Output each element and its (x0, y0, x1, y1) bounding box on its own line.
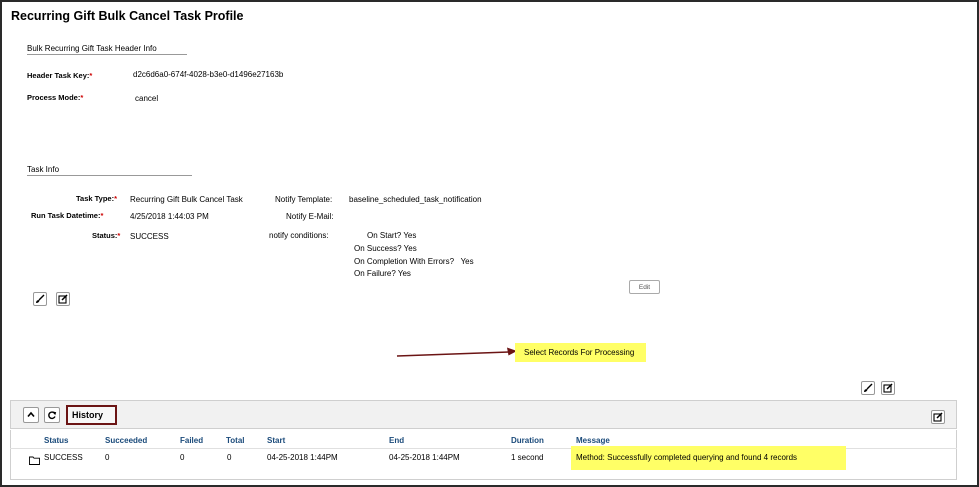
column-header-status[interactable]: Status (44, 436, 68, 445)
edit-icon[interactable] (881, 381, 895, 395)
condition-on-completion-with-errors: On Completion With Errors? Yes (354, 257, 474, 266)
row-message: Method: Successfully completed querying … (576, 453, 798, 462)
column-header-succeeded[interactable]: Succeeded (105, 436, 147, 445)
refresh-icon[interactable] (44, 407, 60, 423)
task-type-label: Task Type:* (76, 194, 117, 203)
row-end: 04-25-2018 1:44PM (389, 453, 460, 462)
column-header-message[interactable]: Message (576, 436, 610, 445)
notify-email-label: Notify E-Mail: (286, 212, 334, 221)
edit-icon[interactable] (931, 410, 945, 424)
process-mode-label: Process Mode:* (27, 93, 84, 102)
brush-icon[interactable] (33, 292, 47, 306)
row-failed: 0 (180, 453, 185, 462)
history-tab[interactable]: History (66, 405, 117, 425)
history-toolbar (10, 400, 957, 429)
page-title: Recurring Gift Bulk Cancel Task Profile (11, 9, 244, 23)
run-task-datetime-value: 4/25/2018 1:44:03 PM (130, 212, 209, 221)
status-label: Status:* (92, 231, 121, 240)
edit-button[interactable]: Edit (629, 280, 660, 294)
header-task-key-value: d2c6d6a0-674f-4028-b3e0-d1496e27163b (133, 70, 284, 79)
task-info-section-title: Task Info (27, 165, 192, 176)
select-records-annotation: Select Records For Processing (515, 343, 647, 362)
notify-template-value: baseline_scheduled_task_notification (349, 195, 482, 204)
annotation-arrow (396, 347, 517, 357)
chevron-up-icon[interactable] (23, 407, 39, 423)
column-header-failed[interactable]: Failed (180, 436, 203, 445)
row-start: 04-25-2018 1:44PM (267, 453, 338, 462)
row-duration: 1 second (511, 453, 544, 462)
folder-icon (29, 452, 40, 470)
condition-on-start: On Start? Yes (367, 231, 417, 240)
condition-on-success: On Success? Yes (354, 244, 417, 253)
header-task-key-label: Header Task Key:* (27, 71, 93, 80)
column-header-end[interactable]: End (389, 436, 404, 445)
brush-icon[interactable] (861, 381, 875, 395)
row-succeeded: 0 (105, 453, 110, 462)
notify-template-label: Notify Template: (275, 195, 333, 204)
row-total: 0 (227, 453, 232, 462)
edit-icon[interactable] (56, 292, 70, 306)
notify-conditions-label: notify conditions: (269, 231, 329, 240)
column-header-total[interactable]: Total (226, 436, 245, 445)
header-info-section-title: Bulk Recurring Gift Task Header Info (27, 44, 187, 55)
row-status: SUCCESS (44, 453, 83, 462)
task-type-value: Recurring Gift Bulk Cancel Task (130, 195, 243, 204)
condition-on-failure: On Failure? Yes (354, 269, 411, 278)
run-task-datetime-label: Run Task Datetime:* (31, 211, 104, 220)
column-header-start[interactable]: Start (267, 436, 285, 445)
status-value: SUCCESS (130, 232, 169, 241)
column-header-duration[interactable]: Duration (511, 436, 544, 445)
process-mode-value: cancel (135, 94, 159, 103)
